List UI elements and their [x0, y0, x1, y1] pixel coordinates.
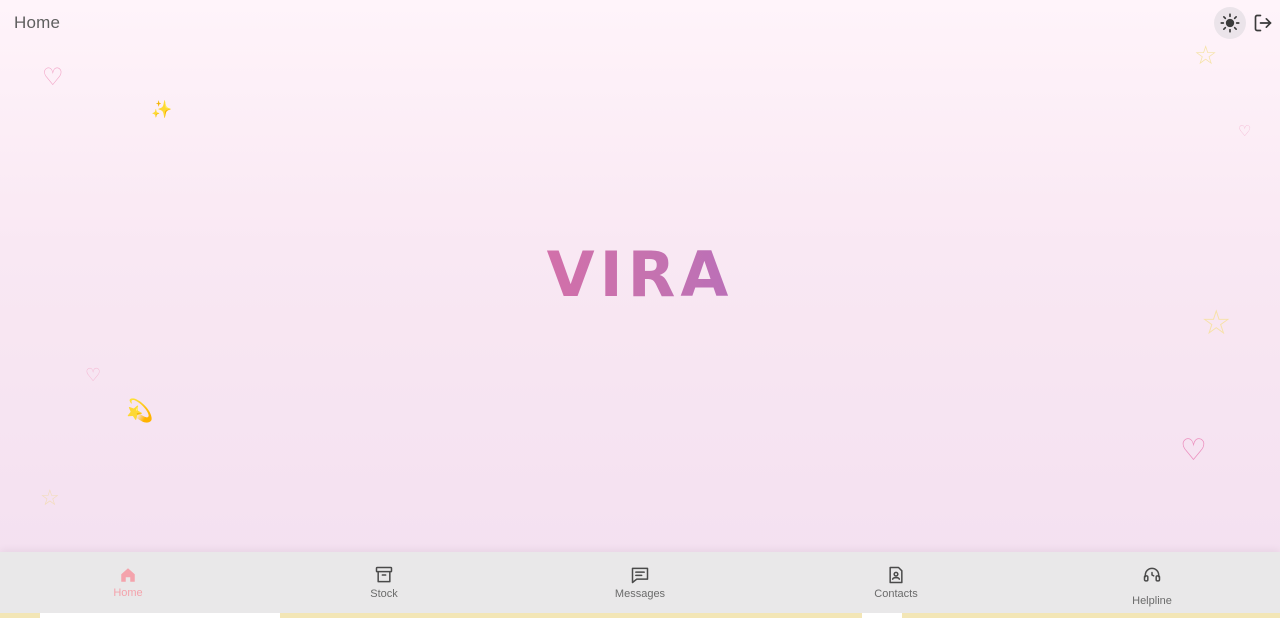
logout-icon — [1254, 14, 1272, 32]
nav-item-contacts[interactable]: Contacts — [768, 552, 1024, 613]
footer-block — [862, 613, 902, 618]
bottom-navigation: Home Stock Messages Contacts Helpline — [0, 552, 1280, 613]
star-outline-icon: ☆ — [1201, 304, 1232, 342]
heart-outline-icon: ♡ — [85, 365, 102, 385]
sun-icon — [1220, 13, 1240, 33]
contact-file-icon — [886, 565, 906, 585]
logout-button[interactable] — [1252, 12, 1274, 34]
archive-box-icon — [374, 565, 394, 585]
star-outline-icon: ☆ — [1194, 40, 1218, 70]
nav-label-messages: Messages — [614, 588, 666, 600]
dizzy-star-icon: 💫 — [126, 398, 154, 423]
theme-toggle-button[interactable] — [1214, 7, 1246, 39]
nav-label-contacts: Contacts — [874, 588, 918, 600]
nav-label-helpline: Helpline — [1132, 595, 1172, 607]
heart-outline-icon: ♡ — [42, 64, 64, 91]
nav-item-home[interactable]: Home — [0, 552, 256, 613]
heart-outline-icon: ♡ — [1180, 434, 1207, 467]
nav-label-stock: Stock — [370, 588, 398, 600]
nav-item-stock[interactable]: Stock — [256, 552, 512, 613]
star-outline-icon: ☆ — [40, 485, 60, 510]
footer-block — [40, 613, 280, 618]
heart-outline-icon: ♡ — [1238, 123, 1252, 140]
message-square-icon — [630, 565, 650, 585]
sparkles-icon: ✨ — [151, 100, 173, 119]
nav-item-helpline[interactable]: Helpline — [1024, 552, 1280, 613]
page-title: Home — [14, 13, 61, 32]
app-root: Home ♡ ✨ ☆ ♡ ♡ 💫 ☆ ♡ ☆ VIRA Home Stock M… — [0, 0, 1280, 618]
footer-strip — [0, 613, 1280, 618]
headset-icon — [1142, 565, 1162, 585]
home-icon — [118, 565, 138, 585]
top-bar: Home — [0, 0, 1280, 46]
brand-title: VIRA — [440, 238, 840, 311]
nav-label-home: Home — [113, 587, 143, 599]
nav-item-messages[interactable]: Messages — [512, 552, 768, 613]
